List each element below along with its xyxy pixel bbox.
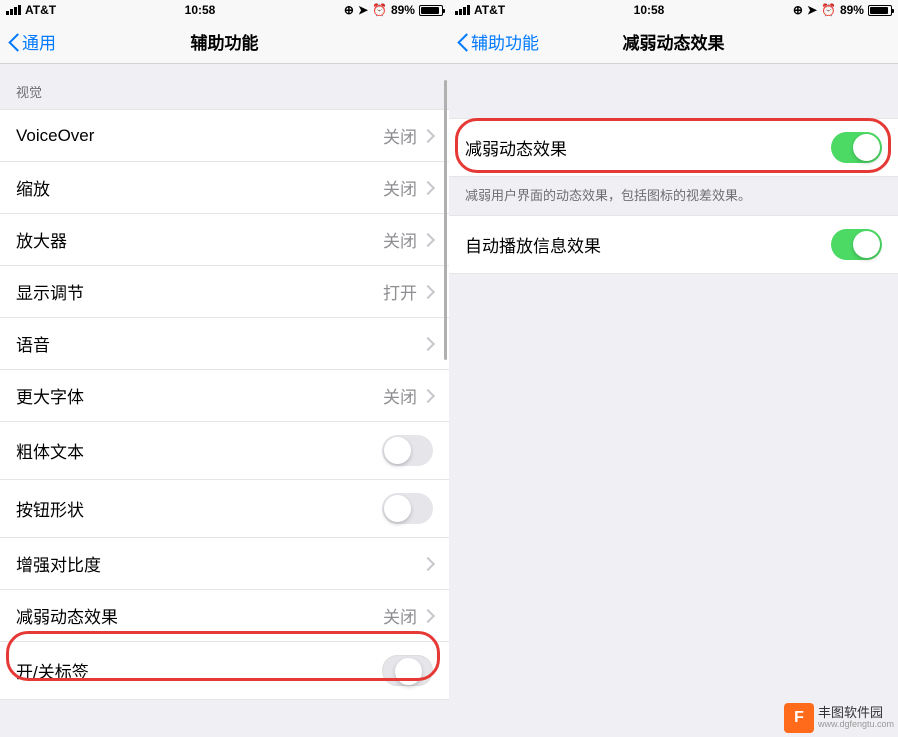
watermark-url: www.dgfengtu.com [818, 720, 894, 730]
item-label: 显示调节 [16, 279, 84, 304]
chevron-left-icon [457, 32, 469, 52]
orientation-lock-icon: ⊕ [793, 3, 803, 17]
back-label: 通用 [22, 29, 56, 54]
item-label: 减弱动态效果 [16, 603, 118, 628]
signal-icon [6, 5, 21, 15]
toggle-button-shapes[interactable] [382, 493, 433, 524]
settings-list: VoiceOver 关闭 缩放 关闭 放大器 关闭 [0, 109, 449, 700]
status-time: 10:58 [634, 3, 665, 17]
item-value: 关闭 [383, 603, 417, 628]
alarm-icon: ⏰ [372, 3, 387, 17]
status-bar: AT&T 10:58 ⊕ ➤ ⏰ 89% [449, 0, 898, 20]
scroll-indicator[interactable] [444, 80, 447, 360]
back-button[interactable]: 辅助功能 [457, 29, 539, 54]
item-label: 放大器 [16, 227, 67, 252]
chevron-left-icon [8, 32, 20, 52]
chevron-right-icon [425, 129, 433, 142]
page-title: 减弱动态效果 [623, 29, 725, 54]
toggle-on-off-labels[interactable] [382, 655, 433, 686]
item-label: 自动播放信息效果 [465, 232, 601, 257]
chevron-right-icon [425, 609, 433, 622]
item-label: 更大字体 [16, 383, 84, 408]
left-screen: AT&T 10:58 ⊕ ➤ ⏰ 89% 通用 辅助功能 视觉 VoiceOve… [0, 0, 449, 737]
item-value: 关闭 [383, 227, 417, 252]
page-title: 辅助功能 [191, 29, 259, 54]
battery-icon [868, 5, 892, 16]
section-header-vision: 视觉 [0, 64, 449, 109]
toggle-bold-text[interactable] [382, 435, 433, 466]
chevron-right-icon [425, 557, 433, 570]
item-label: 增强对比度 [16, 551, 101, 576]
carrier-label: AT&T [25, 3, 56, 17]
settings-item-bold-text[interactable]: 粗体文本 [0, 422, 449, 480]
item-value: 关闭 [383, 175, 417, 200]
nav-bar: 通用 辅助功能 [0, 20, 449, 64]
orientation-lock-icon: ⊕ [344, 3, 354, 17]
item-value: 关闭 [383, 383, 417, 408]
settings-item-contrast[interactable]: 增强对比度 [0, 538, 449, 590]
item-label: 语音 [16, 331, 50, 356]
alarm-icon: ⏰ [821, 3, 836, 17]
settings-list: 减弱动态效果 [449, 118, 898, 177]
settings-item-zoom[interactable]: 缩放 关闭 [0, 162, 449, 214]
battery-icon [419, 5, 443, 16]
watermark: F 丰图软件园 www.dgfengtu.com [784, 703, 894, 733]
status-time: 10:58 [185, 3, 216, 17]
settings-item-button-shapes[interactable]: 按钮形状 [0, 480, 449, 538]
settings-item-voiceover[interactable]: VoiceOver 关闭 [0, 109, 449, 162]
settings-item-on-off-labels[interactable]: 开/关标签 [0, 642, 449, 700]
footer-description: 减弱用户界面的动态效果，包括图标的视差效果。 [449, 177, 898, 215]
battery-percent: 89% [391, 3, 415, 17]
status-bar: AT&T 10:58 ⊕ ➤ ⏰ 89% [0, 0, 449, 20]
carrier-label: AT&T [474, 3, 505, 17]
signal-icon [455, 5, 470, 15]
settings-list-2: 自动播放信息效果 [449, 215, 898, 274]
chevron-right-icon [425, 337, 433, 350]
settings-item-magnifier[interactable]: 放大器 关闭 [0, 214, 449, 266]
back-label: 辅助功能 [471, 29, 539, 54]
item-value: 关闭 [383, 123, 417, 148]
settings-item-larger-text[interactable]: 更大字体 关闭 [0, 370, 449, 422]
settings-item-reduce-motion[interactable]: 减弱动态效果 [449, 118, 898, 177]
item-label: 缩放 [16, 175, 50, 200]
chevron-right-icon [425, 389, 433, 402]
item-value: 打开 [383, 279, 417, 304]
toggle-autoplay-effects[interactable] [831, 229, 882, 260]
item-label: 按钮形状 [16, 496, 84, 521]
chevron-right-icon [425, 233, 433, 246]
spacer [449, 64, 898, 118]
item-label: VoiceOver [16, 126, 94, 146]
settings-item-display[interactable]: 显示调节 打开 [0, 266, 449, 318]
settings-item-reduce-motion[interactable]: 减弱动态效果 关闭 [0, 590, 449, 642]
watermark-logo-icon: F [784, 703, 814, 733]
item-label: 开/关标签 [16, 658, 89, 683]
location-icon: ➤ [358, 3, 368, 17]
nav-bar: 辅助功能 减弱动态效果 [449, 20, 898, 64]
item-label: 粗体文本 [16, 438, 84, 463]
settings-item-speech[interactable]: 语音 [0, 318, 449, 370]
back-button[interactable]: 通用 [8, 29, 56, 54]
location-icon: ➤ [807, 3, 817, 17]
item-label: 减弱动态效果 [465, 135, 567, 160]
watermark-name: 丰图软件园 [818, 706, 894, 720]
chevron-right-icon [425, 285, 433, 298]
battery-percent: 89% [840, 3, 864, 17]
settings-item-autoplay-effects[interactable]: 自动播放信息效果 [449, 215, 898, 274]
chevron-right-icon [425, 181, 433, 194]
toggle-reduce-motion[interactable] [831, 132, 882, 163]
right-screen: AT&T 10:58 ⊕ ➤ ⏰ 89% 辅助功能 减弱动态效果 减弱动态效果 [449, 0, 898, 737]
